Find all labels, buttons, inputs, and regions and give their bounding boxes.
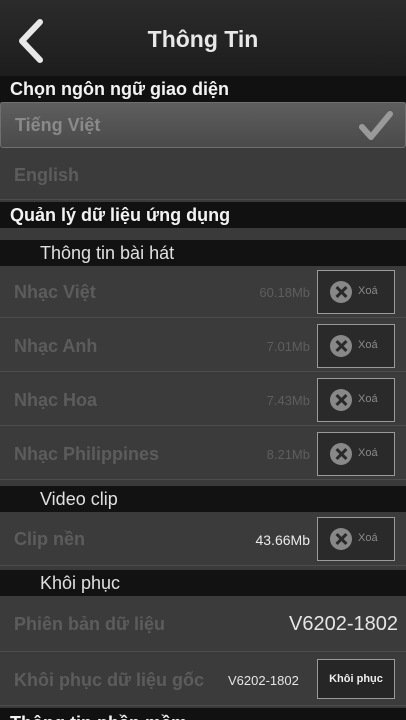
version-value: V6202-1802 bbox=[289, 613, 398, 635]
data-size: 7.43Mb bbox=[266, 393, 310, 408]
close-circle-icon bbox=[330, 281, 352, 303]
data-row-label: Nhạc Việt bbox=[14, 282, 96, 302]
delete-label: Xoá bbox=[358, 285, 378, 297]
data-row-label: Clip nền bbox=[14, 529, 85, 549]
close-circle-icon bbox=[330, 528, 352, 550]
restore-button[interactable]: Khôi phục bbox=[317, 659, 395, 699]
data-row-label: Nhạc Hoa bbox=[14, 390, 98, 410]
delete-button[interactable]: Xoá bbox=[317, 324, 395, 368]
data-size: 8.21Mb bbox=[266, 447, 310, 462]
close-circle-icon bbox=[330, 389, 352, 411]
delete-label: Xoá bbox=[358, 339, 378, 351]
subheader-restore: Khôi phục bbox=[0, 570, 406, 596]
section-header-software: Thông tin phần mềm bbox=[0, 708, 406, 720]
version-label: Phiên bản dữ liệu bbox=[14, 614, 166, 634]
delete-button[interactable]: Xoá bbox=[317, 517, 395, 561]
restore-version: V6202-1802 bbox=[228, 673, 299, 688]
data-size: 7.01Mb bbox=[266, 339, 310, 354]
data-row: Nhạc Việt 60.18Mb Xoá bbox=[0, 266, 406, 318]
close-circle-icon bbox=[330, 335, 352, 357]
delete-button[interactable]: Xoá bbox=[317, 432, 395, 476]
data-size: 43.66Mb bbox=[255, 532, 310, 548]
delete-label: Xoá bbox=[358, 447, 378, 459]
delete-label: Xoá bbox=[358, 393, 378, 405]
checkmark-icon bbox=[359, 111, 393, 140]
delete-button[interactable]: Xoá bbox=[317, 378, 395, 422]
section-header-language: Chọn ngôn ngữ giao diện bbox=[0, 76, 406, 102]
data-size: 60.18Mb bbox=[259, 285, 310, 300]
restore-label: Khôi phục dữ liệu gốc bbox=[14, 670, 205, 690]
subheader-video: Video clip bbox=[0, 486, 406, 512]
data-row-clip: Clip nền 43.66Mb Xoá bbox=[0, 512, 406, 566]
data-row-label: Nhạc Philippines bbox=[14, 444, 160, 464]
version-row: Phiên bản dữ liệu V6202-1802 bbox=[0, 596, 406, 652]
navigation-bar: Thông Tin bbox=[0, 0, 406, 82]
delete-label: Xoá bbox=[358, 532, 378, 544]
language-option-english[interactable]: English bbox=[0, 150, 406, 200]
subheader-songs: Thông tin bài hát bbox=[0, 240, 406, 266]
restore-row: Khôi phục dữ liệu gốc V6202-1802 Khôi ph… bbox=[0, 654, 406, 706]
language-label: English bbox=[14, 165, 80, 185]
delete-button[interactable]: Xoá bbox=[317, 270, 395, 314]
data-row: Nhạc Anh 7.01Mb Xoá bbox=[0, 320, 406, 372]
close-circle-icon bbox=[330, 443, 352, 465]
data-row-label: Nhạc Anh bbox=[14, 336, 98, 356]
data-row: Nhạc Philippines 8.21Mb Xoá bbox=[0, 428, 406, 480]
language-label: Tiếng Việt bbox=[15, 115, 101, 135]
data-row: Nhạc Hoa 7.43Mb Xoá bbox=[0, 374, 406, 426]
language-option-vietnamese[interactable]: Tiếng Việt bbox=[0, 102, 406, 148]
section-header-data: Quản lý dữ liệu ứng dụng bbox=[0, 202, 406, 228]
page-title: Thông Tin bbox=[147, 26, 259, 52]
